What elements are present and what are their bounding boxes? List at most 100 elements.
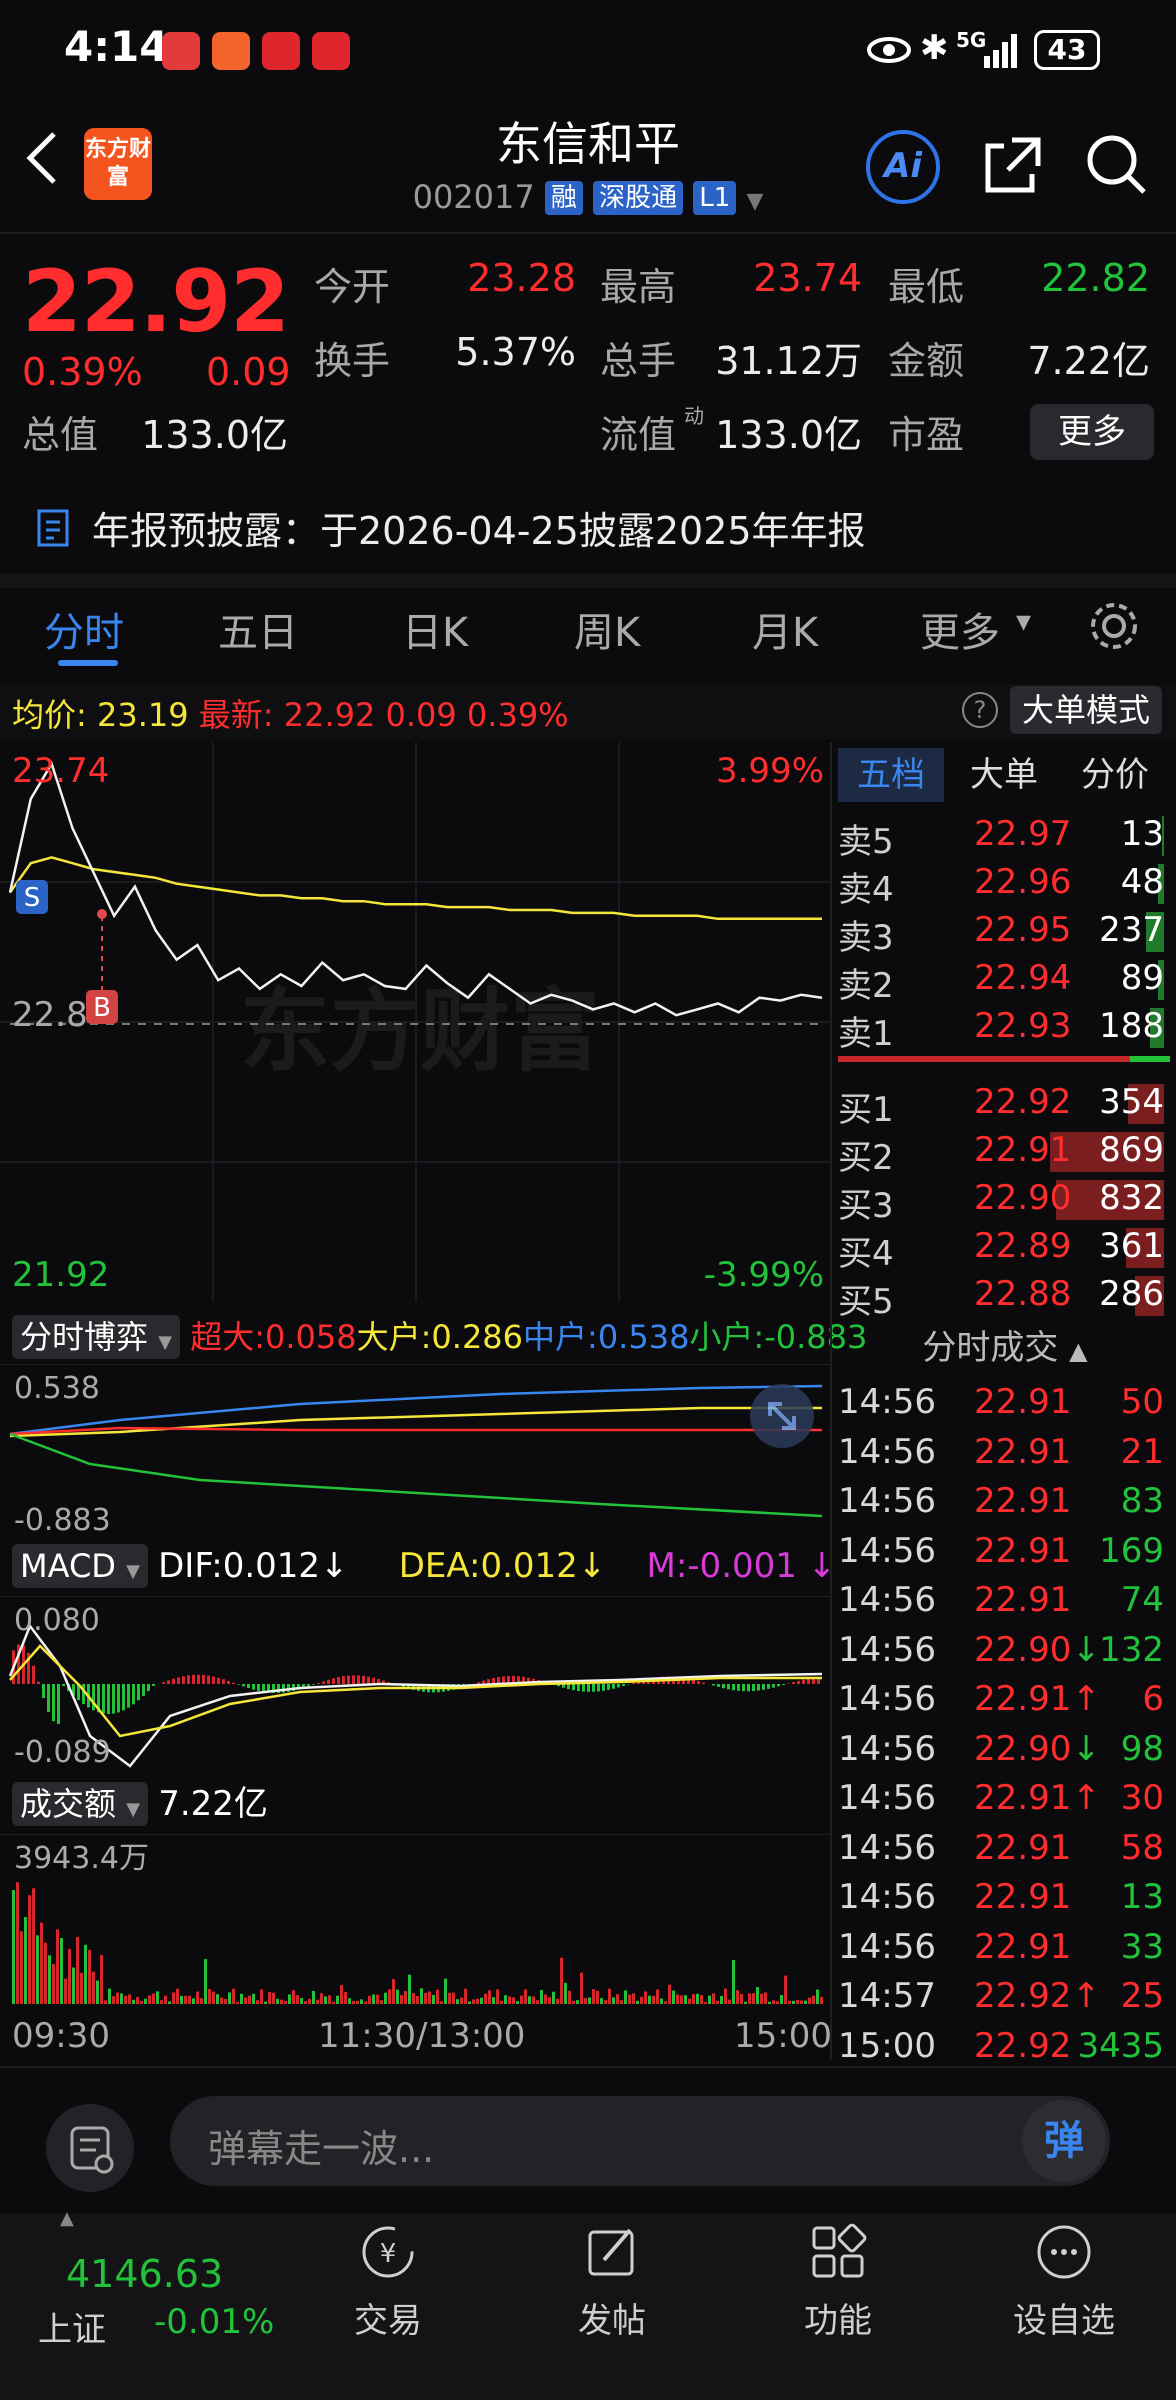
index-name[interactable]: 上证 <box>38 2302 106 2351</box>
volume-bar <box>752 1993 755 2004</box>
volume-bar <box>512 1997 515 2004</box>
annual-report-notice[interactable]: 年报预披露：于2026-04-25披露2025年年报 <box>92 500 866 555</box>
caret-up-icon: ▲ <box>60 2208 74 2229</box>
volume-bar <box>568 1990 571 2004</box>
intraday-price-chart[interactable]: 东方财富 S B 23.74 3.99% 22.8 21.92 -3.99% <box>0 742 832 1302</box>
index-value[interactable]: 4146.63 <box>66 2252 223 2296</box>
volume-bar <box>548 1997 551 2004</box>
macd-dropdown[interactable]: MACD ▼ <box>12 1544 148 1588</box>
volume-bar <box>144 1998 147 2004</box>
volume-bar <box>208 1989 211 2004</box>
volume-bar <box>52 1964 55 2004</box>
macd-histogram-bar <box>172 1678 175 1684</box>
capital-flow-header: 分时博弈 ▼ 超大:0.058大户:0.286中户:0.538小户:-0.883 <box>12 1312 867 1360</box>
danmu-placeholder: 弹幕走一波... <box>208 2127 435 2171</box>
avg-label: 均价: <box>12 696 87 734</box>
search-icon[interactable] <box>1082 130 1150 198</box>
tab-3[interactable]: 周K <box>574 600 640 658</box>
tab-2[interactable]: 日K <box>402 600 468 658</box>
volume-bar <box>160 2000 163 2004</box>
volume-bar <box>240 1993 243 2004</box>
volume-bar <box>284 2000 287 2004</box>
capital-flow-min-label: -0.883 <box>14 1503 111 1538</box>
big-order-mode-button[interactable]: 大单模式 <box>1010 686 1162 734</box>
macd-histogram-bar <box>587 1684 590 1692</box>
orderbook-row[interactable]: 买3 22.90 832 <box>836 1174 1170 1226</box>
tab-4[interactable]: 月K <box>752 600 818 658</box>
expand-icon[interactable] <box>750 1384 814 1448</box>
orderbook-row[interactable]: 卖5 22.97 13 <box>836 810 1170 862</box>
chevron-down-icon[interactable]: ▼ <box>746 189 763 214</box>
svg-text:¥: ¥ <box>380 2239 397 2269</box>
change-percent: 0.39% <box>22 350 143 394</box>
danmu-send-button[interactable]: 弹 <box>1022 2100 1106 2182</box>
tab-5[interactable]: 更多 <box>920 600 1000 658</box>
danmu-input[interactable]: 弹幕走一波... 弹 <box>170 2096 1110 2186</box>
macd-histogram-bar <box>592 1684 595 1692</box>
share-icon[interactable] <box>982 134 1044 196</box>
tab-big-orders[interactable]: 大单 <box>954 748 1054 802</box>
help-icon[interactable]: ? <box>962 692 998 728</box>
macd-histogram-bar <box>307 1684 310 1687</box>
more-circle-icon <box>1037 2225 1091 2279</box>
tab-0[interactable]: 分时 <box>44 600 124 658</box>
tab-1[interactable]: 五日 <box>218 600 298 658</box>
settings-gear-icon[interactable] <box>1086 598 1142 654</box>
danmu-settings-button[interactable] <box>46 2104 134 2192</box>
capital-flow-chart[interactable]: 0.538 -0.883 <box>0 1364 832 1540</box>
volume-chart[interactable]: 3943.4万 <box>0 1834 832 2006</box>
index-change[interactable]: -0.01% <box>154 2302 274 2342</box>
volume-bar <box>196 1991 199 2004</box>
orderbook-row[interactable]: 卖1 22.93 188 <box>836 1002 1170 1054</box>
orderbook-row[interactable]: 买1 22.92 354 <box>836 1078 1170 1130</box>
buy-marker[interactable]: B <box>86 990 118 1024</box>
more-stats-button[interactable]: 更多 <box>1030 404 1154 460</box>
trades-header[interactable]: 分时成交 ▲ <box>834 1320 1176 1369</box>
trade-volume: 21 <box>1120 1431 1164 1472</box>
macd-histogram-bar <box>597 1684 600 1692</box>
trade-row: 14:56 22.91 21 <box>836 1426 1170 1476</box>
macd-histogram-bar <box>112 1684 115 1714</box>
capital-flow-values: 超大:0.058大户:0.286中户:0.538小户:-0.883 <box>190 1318 867 1356</box>
stat-value: 22.82 <box>1041 256 1150 300</box>
macd-histogram-bar <box>727 1684 730 1690</box>
trade-price: 22.90 <box>974 1728 1072 1769</box>
orderbook-volume: 869 <box>1099 1130 1164 1170</box>
orderbook-level: 买4 <box>838 1234 894 1274</box>
macd-chart[interactable]: 0.080 -0.089 <box>0 1596 832 1772</box>
volume-bar <box>508 1996 511 2004</box>
volume-bar <box>328 1995 331 2004</box>
orderbook-row[interactable]: 卖3 22.95 237 <box>836 906 1170 958</box>
volume-bar <box>760 1993 763 2004</box>
sell-marker[interactable]: S <box>16 880 48 914</box>
back-icon[interactable] <box>22 128 62 188</box>
volume-bar <box>620 2000 623 2004</box>
nav-post[interactable]: 发帖 <box>532 2220 692 2342</box>
orderbook-row[interactable]: 买5 22.88 286 <box>836 1270 1170 1322</box>
orderbook-row[interactable]: 买4 22.89 361 <box>836 1222 1170 1274</box>
arrow-up-icon: ↑ <box>1072 1679 1101 1719</box>
macd-dea-value: DEA:0.012 <box>398 1546 578 1586</box>
volume-bar <box>496 1989 499 2004</box>
macd-histogram-bar <box>572 1684 575 1691</box>
tab-underline <box>58 660 118 666</box>
capital-flow-dropdown[interactable]: 分时博弈 ▼ <box>12 1315 181 1359</box>
divider <box>0 232 1176 234</box>
macd-dea-line <box>9 1644 822 1738</box>
volume-bar <box>784 1975 787 2004</box>
orderbook-row[interactable]: 卖2 22.94 89 <box>836 954 1170 1006</box>
volume-bar <box>468 2001 471 2004</box>
tab-five-levels[interactable]: 五档 <box>838 748 944 802</box>
volume-bar <box>136 1997 139 2004</box>
ai-assistant-button[interactable]: Ai <box>866 130 940 204</box>
trade-row: 14:56 22.91 33 <box>836 1921 1170 1971</box>
volume-dropdown[interactable]: 成交额 ▼ <box>12 1782 149 1826</box>
nav-add-watchlist[interactable]: 设自选 <box>984 2220 1144 2342</box>
nav-functions[interactable]: 功能 <box>758 2220 918 2342</box>
orderbook-row[interactable]: 卖4 22.96 48 <box>836 858 1170 910</box>
nav-trade[interactable]: ¥ 交易 <box>308 2220 468 2342</box>
trade-price: 22.92 <box>974 2025 1072 2066</box>
orderbook-row[interactable]: 买2 22.91 869 <box>836 1126 1170 1178</box>
nav-functions-label: 功能 <box>804 2301 872 2341</box>
tab-price-distribution[interactable]: 分价 <box>1062 748 1168 802</box>
